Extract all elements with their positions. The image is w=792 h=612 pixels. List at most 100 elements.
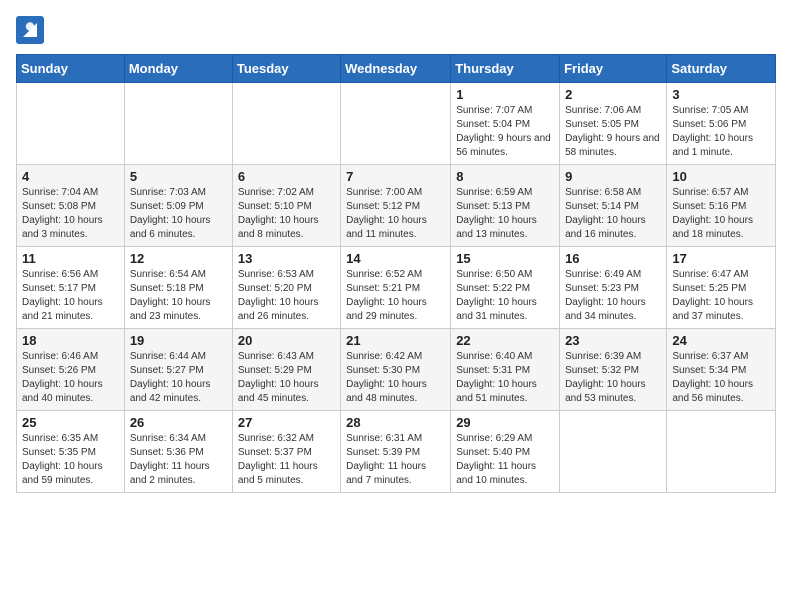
day-cell: 12 Sunrise: 6:54 AM Sunset: 5:18 PM Dayli… [124, 247, 232, 329]
day-info: Sunrise: 6:49 AM Sunset: 5:23 PM Dayligh… [565, 268, 661, 324]
day-number: 7 [346, 169, 445, 184]
day-info: Sunrise: 7:04 AM Sunset: 5:08 PM Dayligh… [22, 186, 119, 242]
day-info: Sunrise: 6:57 AM Sunset: 5:16 PM Dayligh… [672, 186, 770, 242]
day-cell: 13 Sunrise: 6:53 AM Sunset: 5:20 PM Dayli… [232, 247, 340, 329]
day-number: 25 [22, 415, 119, 430]
day-info: Sunrise: 6:42 AM Sunset: 5:30 PM Dayligh… [346, 350, 445, 406]
day-number: 13 [238, 251, 335, 266]
day-cell: 29 Sunrise: 6:29 AM Sunset: 5:40 PM Dayli… [451, 411, 560, 493]
day-number: 6 [238, 169, 335, 184]
day-number: 24 [672, 333, 770, 348]
day-cell [560, 411, 667, 493]
day-cell: 23Sunrise: 6:39 AM Sunset: 5:32 PM Dayli… [560, 329, 667, 411]
calendar-table: SundayMondayTuesdayWednesdayThursdayFrid… [16, 54, 776, 493]
day-info: Sunrise: 6:32 AM Sunset: 5:37 PM Dayligh… [238, 432, 335, 488]
day-info: Sunrise: 6:56 AM Sunset: 5:17 PM Dayligh… [22, 268, 119, 324]
day-cell: 17 Sunrise: 6:47 AM Sunset: 5:25 PM Dayli… [667, 247, 776, 329]
day-info: Sunrise: 7:05 AM Sunset: 5:06 PM Dayligh… [672, 104, 770, 160]
day-number: 8 [456, 169, 554, 184]
week-row-5: 25Sunrise: 6:35 AM Sunset: 5:35 PM Dayli… [17, 411, 776, 493]
day-number: 18 [22, 333, 119, 348]
day-number: 23 [565, 333, 661, 348]
day-cell: 26Sunrise: 6:34 AM Sunset: 5:36 PM Dayli… [124, 411, 232, 493]
day-info: Sunrise: 6:47 AM Sunset: 5:25 PM Dayligh… [672, 268, 770, 324]
day-info: Sunrise: 6:29 AM Sunset: 5:40 PM Dayligh… [456, 432, 554, 488]
day-cell: 15 Sunrise: 6:50 AM Sunset: 5:22 PM Dayli… [451, 247, 560, 329]
day-info: Sunrise: 7:02 AM Sunset: 5:10 PM Dayligh… [238, 186, 335, 242]
column-header-monday: Monday [124, 55, 232, 83]
day-cell [17, 83, 125, 165]
day-info: Sunrise: 6:31 AM Sunset: 5:39 PM Dayligh… [346, 432, 445, 488]
day-info: Sunrise: 6:54 AM Sunset: 5:18 PM Dayligh… [130, 268, 227, 324]
day-number: 5 [130, 169, 227, 184]
day-info: Sunrise: 7:06 AM Sunset: 5:05 PM Dayligh… [565, 104, 661, 160]
day-cell: 14 Sunrise: 6:52 AM Sunset: 5:21 PM Dayli… [341, 247, 451, 329]
day-info: Sunrise: 6:50 AM Sunset: 5:22 PM Dayligh… [456, 268, 554, 324]
column-header-friday: Friday [560, 55, 667, 83]
day-cell: 2 Sunrise: 7:06 AM Sunset: 5:05 PM Daylig… [560, 83, 667, 165]
day-cell [124, 83, 232, 165]
day-info: Sunrise: 6:52 AM Sunset: 5:21 PM Dayligh… [346, 268, 445, 324]
column-header-sunday: Sunday [17, 55, 125, 83]
day-number: 27 [238, 415, 335, 430]
day-cell: 27 Sunrise: 6:32 AM Sunset: 5:37 PM Dayli… [232, 411, 340, 493]
day-cell: 19 Sunrise: 6:44 AM Sunset: 5:27 PM Dayli… [124, 329, 232, 411]
day-info: Sunrise: 6:59 AM Sunset: 5:13 PM Dayligh… [456, 186, 554, 242]
day-cell: 5 Sunrise: 7:03 AM Sunset: 5:09 PM Daylig… [124, 165, 232, 247]
day-cell [341, 83, 451, 165]
day-number: 28 [346, 415, 445, 430]
day-cell [232, 83, 340, 165]
day-info: Sunrise: 6:37 AM Sunset: 5:34 PM Dayligh… [672, 350, 770, 406]
day-number: 4 [22, 169, 119, 184]
day-number: 2 [565, 87, 661, 102]
column-header-tuesday: Tuesday [232, 55, 340, 83]
day-cell: 9 Sunrise: 6:58 AM Sunset: 5:14 PM Daylig… [560, 165, 667, 247]
day-cell: 22Sunrise: 6:40 AM Sunset: 5:31 PM Dayli… [451, 329, 560, 411]
day-number: 19 [130, 333, 227, 348]
day-number: 1 [456, 87, 554, 102]
week-row-3: 11 Sunrise: 6:56 AM Sunset: 5:17 PM Dayli… [17, 247, 776, 329]
day-info: Sunrise: 7:07 AM Sunset: 5:04 PM Dayligh… [456, 104, 554, 160]
column-header-thursday: Thursday [451, 55, 560, 83]
day-cell: 11 Sunrise: 6:56 AM Sunset: 5:17 PM Dayli… [17, 247, 125, 329]
day-info: Sunrise: 7:03 AM Sunset: 5:09 PM Dayligh… [130, 186, 227, 242]
day-number: 16 [565, 251, 661, 266]
day-info: Sunrise: 7:00 AM Sunset: 5:12 PM Dayligh… [346, 186, 445, 242]
week-row-1: 1 Sunrise: 7:07 AM Sunset: 5:04 PM Daylig… [17, 83, 776, 165]
column-header-saturday: Saturday [667, 55, 776, 83]
day-info: Sunrise: 6:44 AM Sunset: 5:27 PM Dayligh… [130, 350, 227, 406]
day-number: 26 [130, 415, 227, 430]
day-info: Sunrise: 6:43 AM Sunset: 5:29 PM Dayligh… [238, 350, 335, 406]
day-cell: 21 Sunrise: 6:42 AM Sunset: 5:30 PM Dayli… [341, 329, 451, 411]
day-number: 20 [238, 333, 335, 348]
logo [16, 16, 48, 44]
day-cell: 8 Sunrise: 6:59 AM Sunset: 5:13 PM Daylig… [451, 165, 560, 247]
calendar-header-row: SundayMondayTuesdayWednesdayThursdayFrid… [17, 55, 776, 83]
day-cell: 16 Sunrise: 6:49 AM Sunset: 5:23 PM Dayli… [560, 247, 667, 329]
day-number: 14 [346, 251, 445, 266]
day-number: 29 [456, 415, 554, 430]
day-number: 11 [22, 251, 119, 266]
day-cell: 24 Sunrise: 6:37 AM Sunset: 5:34 PM Dayli… [667, 329, 776, 411]
week-row-4: 18 Sunrise: 6:46 AM Sunset: 5:26 PM Dayli… [17, 329, 776, 411]
day-cell: 10 Sunrise: 6:57 AM Sunset: 5:16 PM Dayli… [667, 165, 776, 247]
day-info: Sunrise: 6:46 AM Sunset: 5:26 PM Dayligh… [22, 350, 119, 406]
day-number: 12 [130, 251, 227, 266]
week-row-2: 4 Sunrise: 7:04 AM Sunset: 5:08 PM Daylig… [17, 165, 776, 247]
logo-icon [16, 16, 44, 44]
day-number: 15 [456, 251, 554, 266]
day-number: 9 [565, 169, 661, 184]
day-info: Sunrise: 6:53 AM Sunset: 5:20 PM Dayligh… [238, 268, 335, 324]
day-cell: 28 Sunrise: 6:31 AM Sunset: 5:39 PM Dayli… [341, 411, 451, 493]
day-number: 10 [672, 169, 770, 184]
day-cell: 4 Sunrise: 7:04 AM Sunset: 5:08 PM Daylig… [17, 165, 125, 247]
day-info: Sunrise: 6:58 AM Sunset: 5:14 PM Dayligh… [565, 186, 661, 242]
day-cell: 18 Sunrise: 6:46 AM Sunset: 5:26 PM Dayli… [17, 329, 125, 411]
day-cell: 1 Sunrise: 7:07 AM Sunset: 5:04 PM Daylig… [451, 83, 560, 165]
day-number: 17 [672, 251, 770, 266]
day-cell [667, 411, 776, 493]
day-number: 21 [346, 333, 445, 348]
header [16, 16, 776, 44]
day-number: 3 [672, 87, 770, 102]
day-cell: 20 Sunrise: 6:43 AM Sunset: 5:29 PM Dayli… [232, 329, 340, 411]
